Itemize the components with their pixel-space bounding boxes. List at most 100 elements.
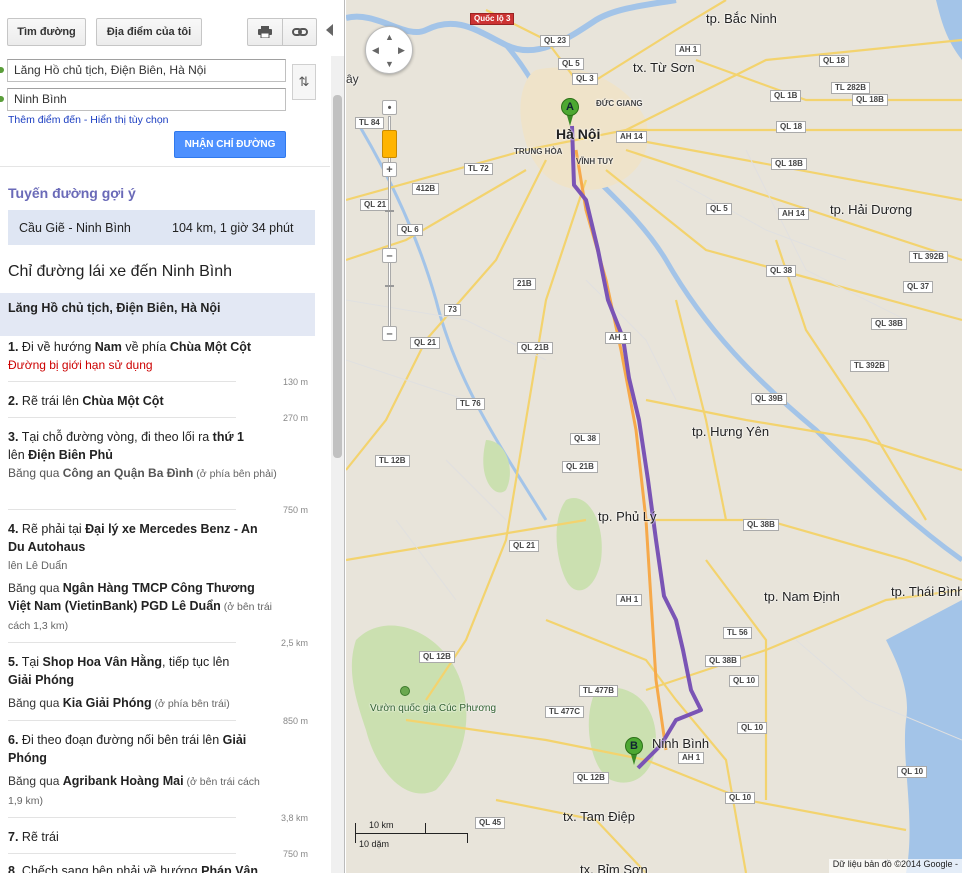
step-text: Rẽ phải tại [21,522,86,536]
zoom-out-button[interactable]: – [382,326,397,341]
step-text: Rẽ trái lên [21,394,83,408]
road-shield: QL 23 [540,35,571,47]
show-options-link[interactable]: Hiển thị tùy chọn [90,114,168,126]
step-number: 8. [8,864,19,873]
map-label: ây [346,72,359,86]
map-label: tp. Hải Dương [830,202,913,217]
road-shield: TL 477B [579,685,618,697]
road-shield: QL 38 [766,265,797,277]
road-shield: TL 76 [456,398,485,410]
marker-b[interactable]: B [624,737,644,767]
route-name: Cầu Giẽ - Ninh Bình [19,220,131,235]
road-shield: TL 56 [723,627,752,639]
step-number: 2. [8,394,19,408]
zoom-level-handle[interactable]: – [382,248,397,263]
link-button[interactable] [282,18,317,46]
pan-down-icon[interactable]: ▼ [385,60,394,69]
print-button[interactable] [247,18,283,46]
collapse-panel-icon[interactable] [326,24,333,36]
step-bold: Pháp Vân [201,864,259,873]
pan-up-icon[interactable]: ▲ [385,33,394,42]
marker-a[interactable]: A [560,98,580,128]
destination-input[interactable]: Ninh Bình [7,88,286,111]
zoom-in-button[interactable]: + [382,162,397,177]
map-view[interactable]: tp. Bắc Ninh tx. Từ Sơn Hà Nội ĐỨC GIANG… [346,0,962,873]
step-divider [8,509,236,510]
road-shield: TL 12B [375,455,410,467]
step-divider [8,853,236,854]
road-shield: QL 38B [871,318,907,330]
landmark-text: Băng qua [8,581,63,595]
direction-step[interactable]: 2. Rẽ trái lên Chùa Một Cột [8,392,308,410]
origin-input[interactable]: Lăng Hồ chủ tịch, Điện Biên, Hà Nội [7,59,286,82]
step-bold: Chùa Một Cột [169,340,252,354]
map-label: tp. Phủ Lý [598,509,657,524]
start-location[interactable]: Lăng Hồ chủ tịch, Điện Biên, Hà Nội [0,293,315,336]
road-shield: QL 10 [729,675,760,687]
direction-step[interactable]: 5. Tại Shop Hoa Vân Hằng, tiếp tục lên G… [8,653,308,689]
step-text: Tại [21,655,43,669]
direction-step[interactable]: 1. Đi về hướng Nam về phía Chùa Một Cột … [8,338,308,374]
pegman-icon[interactable] [382,130,397,158]
my-places-button[interactable]: Địa điểm của tôi [96,18,202,46]
step-divider [8,720,236,721]
zoom-tick [385,210,394,212]
origin-dot-icon [0,67,4,73]
get-directions-button[interactable]: NHẬN CHỈ ĐƯỜNG [174,131,286,158]
road-shield: QL 12B [419,651,455,663]
direction-step[interactable]: 7. Rẽ trái [8,828,308,846]
road-shield: QL 10 [897,766,928,778]
landmark-text: Băng qua [8,774,63,788]
landmark-name: Agribank Hoàng Mai [62,774,184,788]
landmark-row: Băng qua Ngân Hàng TMCP Công Thương Việt… [8,579,276,635]
zoom-dot-button[interactable]: • [382,100,397,115]
step-text: , tiếp tục lên [161,655,230,669]
scale-tick [467,833,468,843]
road-shield: QL 5 [558,58,584,70]
direction-step[interactable]: 4. Rẽ phải tại Đại lý xe Mercedes Benz -… [8,520,270,575]
map-label: tx. Từ Sơn [633,60,695,75]
landmark-text: Băng qua [8,696,63,710]
road-shield: QL 12B [573,772,609,784]
road-shield: QL 5 [706,203,732,215]
swap-button[interactable]: ⇅ [292,64,316,100]
scrollbar-thumb[interactable] [333,95,342,458]
step-bold: Giải Phóng [8,673,74,687]
road-shield: TL 72 [464,163,493,175]
road-shield: QL 18B [852,94,888,106]
pan-right-icon[interactable]: ▶ [398,46,405,55]
marker-label: B [625,737,643,755]
step-distance: 750 m [282,849,308,859]
landmark-row: Băng qua Agribank Hoàng Mai (ở bên trái … [8,772,270,810]
step-divider [8,417,236,418]
road-shield: AH 14 [778,208,809,220]
road-shield: 21B [513,278,536,290]
road-shield: 73 [444,304,461,316]
step-distance: 850 m [282,716,308,726]
road-shield: Quốc lộ 3 [470,13,515,25]
step-distance: 130 m [282,377,308,387]
step-text: về phía [121,340,170,354]
pan-control[interactable]: ▲ ▼ ◀ ▶ [365,26,413,74]
step-bold: Điện Biên Phủ [28,448,113,462]
road-shield: QL 10 [737,722,768,734]
direction-step[interactable]: 6. Đi theo đoạn đường nối bên trái lên G… [8,731,270,767]
map-copyright[interactable]: Dữ liệu bản đồ ©2014 Google - [828,859,962,873]
route-option[interactable]: Cầu Giẽ - Ninh Bình 104 km, 1 giờ 34 phú… [8,210,315,245]
step-text: Đi theo đoạn đường nối bên trái lên [21,733,223,747]
directions-button[interactable]: Tìm đường [7,18,86,46]
step-distance: 750 m [282,505,308,515]
map-label: VĨNH TUY [576,157,614,166]
direction-step[interactable]: 8. Chếch sang bên phải về hướng Pháp Vân [8,862,308,873]
step-bold: thứ 1 [212,430,244,444]
map-label: Vườn quốc gia Cúc Phương [370,703,497,714]
step-number: 1. [8,340,19,354]
add-destination-link[interactable]: Thêm điểm đến [8,114,81,126]
step-divider [8,817,236,818]
route-stats: 104 km, 1 giờ 34 phút [172,220,294,235]
road-shield: QL 21 [509,540,540,552]
pan-left-icon[interactable]: ◀ [372,46,379,55]
direction-step[interactable]: 3. Tại chỗ đường vòng, đi theo lối ra th… [8,428,308,483]
road-shield: TL 392B [909,251,948,263]
road-shield: QL 18B [771,158,807,170]
